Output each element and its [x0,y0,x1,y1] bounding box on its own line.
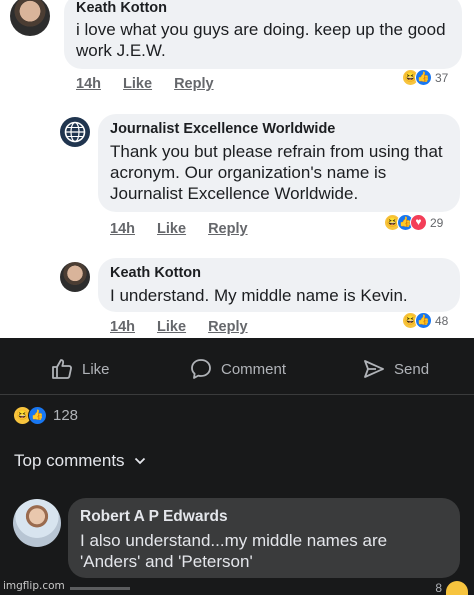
reaction-count: 37 [435,70,449,85]
reply-meta: 14h Like Reply [110,221,266,237]
comment-bubble: Keath Kotton i love what you guys are do… [64,0,462,69]
reply-meta: 14h Like Reply [110,319,266,335]
avatar-journalist-excellence[interactable] [60,117,90,147]
post-comment-button[interactable]: Comment [189,357,286,381]
comment-reactions[interactable]: 😆 👍 37 [402,69,448,86]
like-reaction-icon: 👍 [415,69,432,86]
screenshot-thread: Keath Kotton i love what you guys are do… [0,0,474,338]
haha-reaction-icon [446,581,468,595]
reaction-count: 29 [430,215,444,230]
comment-text: i love what you guys are doing. keep up … [76,20,446,60]
like-link[interactable]: Like [123,76,152,92]
thumbs-up-icon [52,359,72,379]
reaction-count: 48 [435,313,449,328]
post-like-button[interactable]: Like [50,357,110,381]
screenshot-post-footer: Like Comment Send 😆 👍 128 Top comments R… [0,338,474,595]
like-link[interactable]: Like [157,221,186,237]
top-comment-author[interactable]: Robert A P Edwards [80,508,448,526]
reply-link[interactable]: Reply [208,319,248,335]
top-comment-bubble: Robert A P Edwards I also understand...m… [68,498,460,578]
comment-author[interactable]: Keath Kotton [76,0,450,16]
chevron-down-icon [134,457,145,465]
post-like-label: Like [82,360,110,378]
like-link[interactable]: Like [157,319,186,335]
top-comment-reaction-count: 8 [435,581,442,595]
reply-time[interactable]: 14h [110,319,135,335]
post-reaction-count: 128 [53,407,79,424]
like-reaction-icon: 👍 [28,406,47,425]
reply-bubble: Keath Kotton I understand. My middle nam… [98,258,460,312]
divider [0,394,474,395]
top-comment-meta-partial [70,587,130,595]
reply-time[interactable]: 14h [110,221,135,237]
comment-time[interactable]: 14h [76,76,101,92]
reply-link[interactable]: Reply [208,221,248,237]
avatar-keath-kotton[interactable] [10,0,50,36]
post-comment-label: Comment [221,360,287,378]
comment-meta: 14h Like Reply [76,76,232,92]
reply-bubble: Journalist Excellence Worldwide Thank yo… [98,114,460,212]
comments-filter-dropdown[interactable]: Top comments [14,451,146,471]
reply-author[interactable]: Keath Kotton [110,265,448,281]
reply-text: I understand. My middle name is Kevin. [110,286,408,305]
reply-reactions[interactable]: 😆 👍 ♥ 29 [384,214,443,231]
reply-author[interactable]: Journalist Excellence Worldwide [110,121,448,137]
send-icon [364,360,384,378]
like-reaction-icon: 👍 [415,312,432,329]
comments-filter-label: Top comments [14,451,125,470]
love-reaction-icon: ♥ [410,214,427,231]
reply-link[interactable]: Reply [174,76,214,92]
post-send-button[interactable]: Send [362,357,429,381]
comment-bubble-icon [191,359,211,379]
post-reactions-summary[interactable]: 😆 👍 128 [13,406,78,425]
post-send-label: Send [394,360,430,378]
globe-icon [64,121,86,143]
reply-reactions[interactable]: 😆 👍 48 [402,312,448,329]
avatar-keath-kotton[interactable] [60,262,90,292]
reply-text: Thank you but please refrain from using … [110,142,443,203]
watermark: imgflip.com [3,580,65,592]
top-comment-text: I also understand...my middle names are … [80,531,388,571]
avatar-robert-edwards[interactable] [13,499,61,547]
